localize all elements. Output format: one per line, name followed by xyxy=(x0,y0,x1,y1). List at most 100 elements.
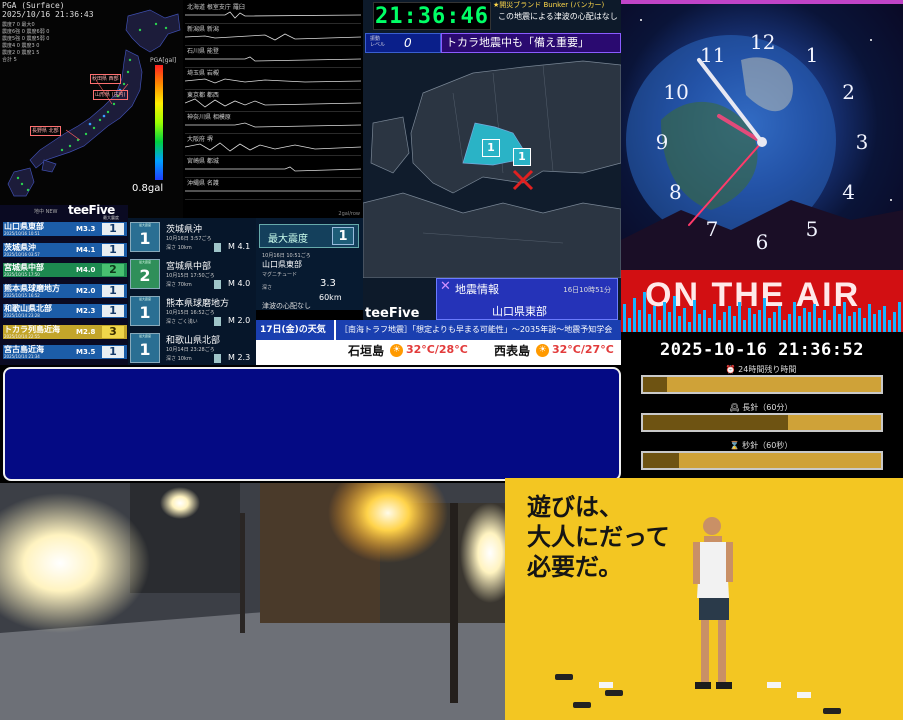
eq-time: 2025/10/14 23:28 xyxy=(4,313,40,318)
spectrum-bar xyxy=(633,298,636,332)
magnitude-label: マグニチュード xyxy=(262,272,298,278)
eq-intensity-badge: 1 xyxy=(102,243,124,256)
spectrum-bar xyxy=(698,314,701,332)
detail-time: 10月14日 23:28ごろ xyxy=(166,347,215,353)
spectrum-bar xyxy=(628,318,631,332)
waveform-row: 新潟県 新潟 xyxy=(185,24,361,46)
spectrum-bar xyxy=(828,320,831,332)
ticker-headline: ［南海トラフ地震］「想定よりも早まる可能性」～2035年説～地震予知学会 xyxy=(336,320,621,340)
advertisement-panel: 遊びは、 大人にだって 必要だ。 xyxy=(505,478,903,720)
tsunami-notice: この地震による津波の心配はなし xyxy=(498,12,618,21)
spectrum-bar xyxy=(858,308,861,332)
eq-place: トカラ列島近海 xyxy=(4,324,60,334)
spectrum-bar xyxy=(778,306,781,332)
spectrum-bar xyxy=(713,304,716,332)
spectrum-bar xyxy=(648,314,651,332)
intensity-badge-value: 1 xyxy=(139,303,151,322)
sun-cloud-icon: ☀ xyxy=(390,344,403,357)
magnitude-value: 3.3 xyxy=(320,278,336,289)
tsunami-status: 津波の心配なし xyxy=(262,302,311,310)
eq-intensity-badge: 1 xyxy=(102,284,124,297)
hour-hand xyxy=(717,114,764,144)
eq-time: 2025/10/15 16:52 xyxy=(4,292,40,298)
magnitude-bar xyxy=(214,280,221,289)
intensity-detail-item: 最大震度 1 和歌山県北部 10月14日 23:28ごろ 深さ 10km M 2.3 xyxy=(130,329,254,367)
earthquake-list-panel: 地中 NEW teeFive 最大震度 山口県東部 2025/10/16 10:5… xyxy=(0,203,128,365)
spectrum-bar xyxy=(663,302,666,332)
waveform-row: 沖縄県 名護 xyxy=(185,178,361,200)
spectrum-bar xyxy=(873,314,876,332)
timers-datetime: 2025-10-16 21:36:52 xyxy=(660,340,864,360)
message-box xyxy=(3,367,621,481)
spectrum-bar xyxy=(813,304,816,332)
spectrum-bar xyxy=(883,306,886,332)
eq-list-row[interactable]: トカラ列島近海 2025/10/14 22:55 M2.8 3 xyxy=(3,324,127,339)
eq-intensity-badge: 1 xyxy=(102,223,124,235)
teefive-logo: teeFive xyxy=(365,306,420,320)
detail-magnitude: M 2.3 xyxy=(228,353,251,362)
notice-top: ★開災ブランド Bunker (バンカー) xyxy=(493,1,605,9)
spectrum-bar xyxy=(658,320,661,332)
spectrum-bar xyxy=(788,314,791,332)
epicenter-x-icon xyxy=(512,169,534,191)
eq-list-row[interactable]: 宮城県中部 2025/10/15 17:50 M4.0 2 xyxy=(3,263,127,277)
eq-list-row[interactable]: 熊本県球磨地方 2025/10/15 16:52 M2.0 1 xyxy=(3,283,127,298)
detail-time: 10月15日 17:50ごろ xyxy=(166,273,215,279)
eq-place: 茨城県沖 xyxy=(4,242,36,252)
weather-temp: 32°C/27°C xyxy=(552,343,614,356)
eq-time: 2025/10/14 21:34 xyxy=(4,354,40,359)
spectrum-bar xyxy=(678,316,681,332)
depth-value: 60km xyxy=(319,293,342,302)
eq-list-row[interactable]: 山口県東部 2025/10/16 10:51 M3.3 1 xyxy=(3,222,127,236)
pga-color-scale xyxy=(155,65,163,180)
eq-time: 2025/10/15 17:50 xyxy=(4,272,40,277)
detail-magnitude: M 4.0 xyxy=(228,279,251,288)
spectrum-bar xyxy=(848,316,851,332)
eq-place: 宮古島近海 xyxy=(4,345,44,354)
quake-info-time: 16日10時51分 xyxy=(563,286,611,294)
intensity-badge: 最大震度 1 xyxy=(130,296,160,326)
chugoku-map xyxy=(363,53,621,278)
message-box-panel xyxy=(1,365,623,483)
intensity-badge-value: 1 xyxy=(139,229,151,248)
digital-clock: 21:36:46 xyxy=(373,2,491,30)
eq-list-row[interactable]: 和歌山県北部 2025/10/14 23:28 M2.3 1 xyxy=(3,304,127,318)
on-air-panel: ON THE AIR xyxy=(621,270,903,332)
intensity-badge: 最大震度 1 xyxy=(130,333,160,363)
eq-time: 2025/10/16 03:57 xyxy=(4,251,40,257)
magnitude-bar xyxy=(214,243,221,252)
second-hand xyxy=(688,141,763,226)
eq-list-row[interactable]: 茨城県沖 2025/10/16 03:57 M4.1 1 xyxy=(3,242,127,257)
news-ticker: 17日(金)の天気 ［南海トラフ地震］「想定よりも早まる可能性」～2035年説～… xyxy=(256,320,621,340)
max-intensity-header: 最大震度 1 xyxy=(259,224,359,248)
street-camera-feed xyxy=(0,483,505,720)
detail-place: 茨城県沖 xyxy=(166,225,203,235)
spectrum-bar xyxy=(808,312,811,332)
spectrum-bar xyxy=(668,312,671,332)
detail-place: 宮城県中部 xyxy=(166,262,212,272)
quake-info-box: ✕ 地震情報 16日10時51分 山口県東部 xyxy=(436,278,618,320)
spectrum-bar xyxy=(758,310,761,332)
max-intensity-label: 最大震度 xyxy=(268,234,308,245)
shake-level-label: 振動 レベル xyxy=(370,36,386,48)
intensity-marker: 1 xyxy=(513,148,531,166)
countdown-timer: ⌛ 秒針（60秒） xyxy=(639,440,883,470)
spectrum-bar xyxy=(893,312,896,332)
quake-info-title: 地震情報 xyxy=(455,283,499,296)
waveform-row: 石川県 能登 xyxy=(185,46,361,68)
timer-progress-bar xyxy=(641,375,883,394)
intensity-badge-label: 最大震度 xyxy=(138,260,151,264)
pga-value: 0.8gal xyxy=(132,183,164,194)
intensity-detail-item: 最大震度 1 茨城県沖 10月16日 3:57ごろ 深さ 10km M 4.1 xyxy=(130,218,254,256)
spectrum-bar xyxy=(703,310,706,332)
detail-depth: 深さ 70km xyxy=(166,282,192,288)
spectrum-bar xyxy=(843,302,846,332)
eq-magnitude: M3.5 xyxy=(76,348,96,356)
eq-magnitude: M3.3 xyxy=(76,225,96,233)
spectrum-bar xyxy=(688,322,691,332)
region-map-panel: 1 1 21:36:46 ★開災ブランド Bunker (バンカー) この地震に… xyxy=(363,0,621,320)
eq-list-row[interactable]: 宮古島近海 2025/10/14 21:34 M3.5 1 xyxy=(3,345,127,359)
pga-scale-label: PGA[gal] xyxy=(150,57,177,64)
headline-banner: トカラ地震中も「備え重要」 xyxy=(441,33,621,53)
quake-info-region: 山口県東部 xyxy=(492,305,547,318)
